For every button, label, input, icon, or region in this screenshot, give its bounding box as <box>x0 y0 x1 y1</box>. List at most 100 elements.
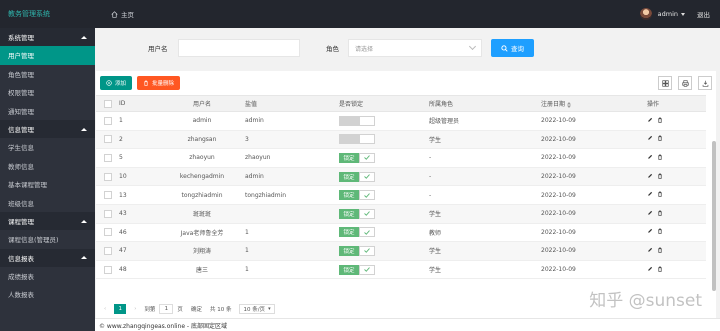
sidebar-item-user-management[interactable]: 用户管理 <box>0 46 95 65</box>
trash-icon[interactable] <box>657 210 663 216</box>
sidebar-item-teacher-info[interactable]: 教师信息 <box>0 157 95 176</box>
row-checkbox[interactable] <box>103 172 112 181</box>
sidebar-group-info[interactable]: 信息管理 <box>0 120 95 138</box>
column-filter-icon[interactable] <box>658 76 672 90</box>
edit-icon[interactable] <box>647 154 653 160</box>
table-row[interactable]: 47 刘翔涛 1 锁定 学生 2022-10-09 <box>96 241 706 261</box>
table-row[interactable]: 46 Java老师鲁全芳 1 锁定 教师 2022-10-09 <box>96 223 706 243</box>
row-checkbox[interactable] <box>103 228 112 237</box>
sidebar-item-course-info-admin[interactable]: 课程信息(管理员) <box>0 230 95 249</box>
sidebar-group-course[interactable]: 课程管理 <box>0 212 95 230</box>
lock-toggle-label: 锁定 <box>339 152 359 163</box>
trash-icon[interactable] <box>657 228 663 235</box>
table-row[interactable]: 2 zhangsan 3 学生 2022-10-09 <box>96 130 706 150</box>
edit-icon[interactable] <box>647 210 653 216</box>
sidebar-item-grade-report[interactable]: 成绩报表 <box>0 267 95 286</box>
row-checkbox[interactable] <box>103 246 112 255</box>
sidebar-item-count-report[interactable]: 人数报表 <box>0 285 95 304</box>
role-label: 角色 <box>326 45 339 53</box>
chevron-down-icon: ▾ <box>268 306 271 312</box>
table-row[interactable]: 43 斑斑斑 锁定 学生 2022-10-09 <box>96 204 706 224</box>
page-current[interactable]: 1 <box>114 304 127 314</box>
add-button[interactable]: 添加 <box>100 76 133 90</box>
table-header-row: ID 用户名 盐值 是否锁定 所属角色 注册日期 操作 <box>96 95 706 112</box>
table-toolbar: 添加 批量删除 <box>96 71 716 95</box>
goto-confirm-button[interactable]: 确定 <box>191 305 202 313</box>
chevron-down-icon[interactable] <box>681 12 685 16</box>
trash-icon[interactable] <box>657 173 663 179</box>
row-checkbox[interactable] <box>103 116 112 125</box>
check-icon <box>364 211 370 217</box>
lock-toggle[interactable]: 锁定 <box>339 208 375 219</box>
bulk-delete-button[interactable]: 批量删除 <box>137 76 181 90</box>
trash-icon[interactable] <box>657 191 663 197</box>
edit-icon[interactable] <box>647 117 653 123</box>
lock-toggle[interactable]: 锁定 <box>339 227 375 238</box>
trash-icon[interactable] <box>657 266 663 272</box>
role-select[interactable]: 请选择 <box>348 39 482 57</box>
sidebar-item-class-info[interactable]: 班级信息 <box>0 194 95 213</box>
username-input[interactable] <box>178 39 300 57</box>
sidebar-item-course-basic[interactable]: 基本课程管理 <box>0 175 95 194</box>
sidebar-group-label: 课程管理 <box>8 218 34 226</box>
edit-icon[interactable] <box>647 266 653 272</box>
cell-salt: admin <box>245 111 339 131</box>
edit-icon[interactable] <box>647 135 653 141</box>
home-link[interactable]: 主页 <box>111 9 134 19</box>
row-checkbox[interactable] <box>103 153 112 162</box>
per-page-select[interactable]: 10 条/页 ▾ <box>239 304 275 314</box>
sidebar-group-reports[interactable]: 信息报表 <box>0 248 95 267</box>
row-checkbox[interactable] <box>103 135 112 144</box>
table-row[interactable]: 48 唐三 1 锁定 学生 2022-10-09 <box>96 260 706 280</box>
column-header-role[interactable]: 所属角色 <box>429 95 541 112</box>
sort-icon[interactable] <box>567 101 572 108</box>
table-row[interactable]: 1 admin admin 超级管理员 2022-10-09 <box>96 111 706 131</box>
goto-page-input[interactable]: 1 <box>159 304 174 314</box>
select-all-checkbox[interactable] <box>103 99 112 108</box>
trash-icon[interactable] <box>657 135 663 142</box>
edit-icon[interactable] <box>647 247 653 253</box>
lock-toggle[interactable]: 锁定 <box>339 171 375 182</box>
scrollbar[interactable] <box>712 141 716 291</box>
trash-icon[interactable] <box>657 154 663 160</box>
sidebar-group-system[interactable]: 系统管理 <box>0 28 95 46</box>
row-checkbox[interactable] <box>103 265 112 274</box>
edit-icon[interactable] <box>647 191 653 197</box>
sidebar-group-label: 信息管理 <box>8 126 34 134</box>
lock-toggle[interactable] <box>339 115 375 126</box>
print-icon[interactable] <box>678 76 692 90</box>
avatar[interactable] <box>639 8 652 20</box>
row-checkbox[interactable] <box>103 209 112 218</box>
next-page-icon[interactable]: › <box>134 306 136 312</box>
trash-icon[interactable] <box>657 247 663 253</box>
search-icon <box>501 44 508 52</box>
table-row[interactable]: 13 tongzhiadmin tongzhiadmin 锁定 -2022-10-09 <box>96 185 706 205</box>
lock-toggle[interactable]: 锁定 <box>339 264 375 275</box>
column-header-username[interactable]: 用户名 <box>159 95 245 112</box>
user-name[interactable]: admin <box>658 10 678 18</box>
search-button[interactable]: 查询 <box>491 39 534 57</box>
column-header-date[interactable]: 注册日期 <box>541 95 647 112</box>
trash-icon[interactable] <box>657 117 663 123</box>
lock-toggle[interactable]: 锁定 <box>339 245 375 256</box>
column-header-salt[interactable]: 盐值 <box>245 95 339 112</box>
sidebar-item-notice-management[interactable]: 通知管理 <box>0 102 95 121</box>
column-header-locked[interactable]: 是否锁定 <box>339 95 429 112</box>
sidebar-item-permission-management[interactable]: 权限管理 <box>0 83 95 102</box>
column-header-id[interactable]: ID <box>119 95 159 112</box>
edit-icon[interactable] <box>647 173 653 179</box>
sidebar-item-role-management[interactable]: 角色管理 <box>0 65 95 84</box>
logout-link[interactable]: 退出 <box>697 9 710 19</box>
prev-page-icon[interactable]: ‹ <box>104 306 106 312</box>
lock-toggle[interactable] <box>339 134 375 145</box>
lock-toggle[interactable]: 锁定 <box>339 152 375 163</box>
row-checkbox[interactable] <box>103 191 112 200</box>
edit-icon[interactable] <box>647 228 653 234</box>
table-row[interactable]: 10 kechengadmin admin 锁定 -2022-10-09 <box>96 167 706 187</box>
export-icon[interactable] <box>698 76 712 90</box>
role-placeholder: 请选择 <box>355 45 374 53</box>
lock-toggle[interactable]: 锁定 <box>339 190 375 201</box>
cell-date: 2022-10-09 <box>541 223 647 243</box>
table-row[interactable]: 5 zhaoyun zhaoyun 锁定 -2022-10-09 <box>96 148 706 168</box>
sidebar-item-student-info[interactable]: 学生信息 <box>0 138 95 157</box>
